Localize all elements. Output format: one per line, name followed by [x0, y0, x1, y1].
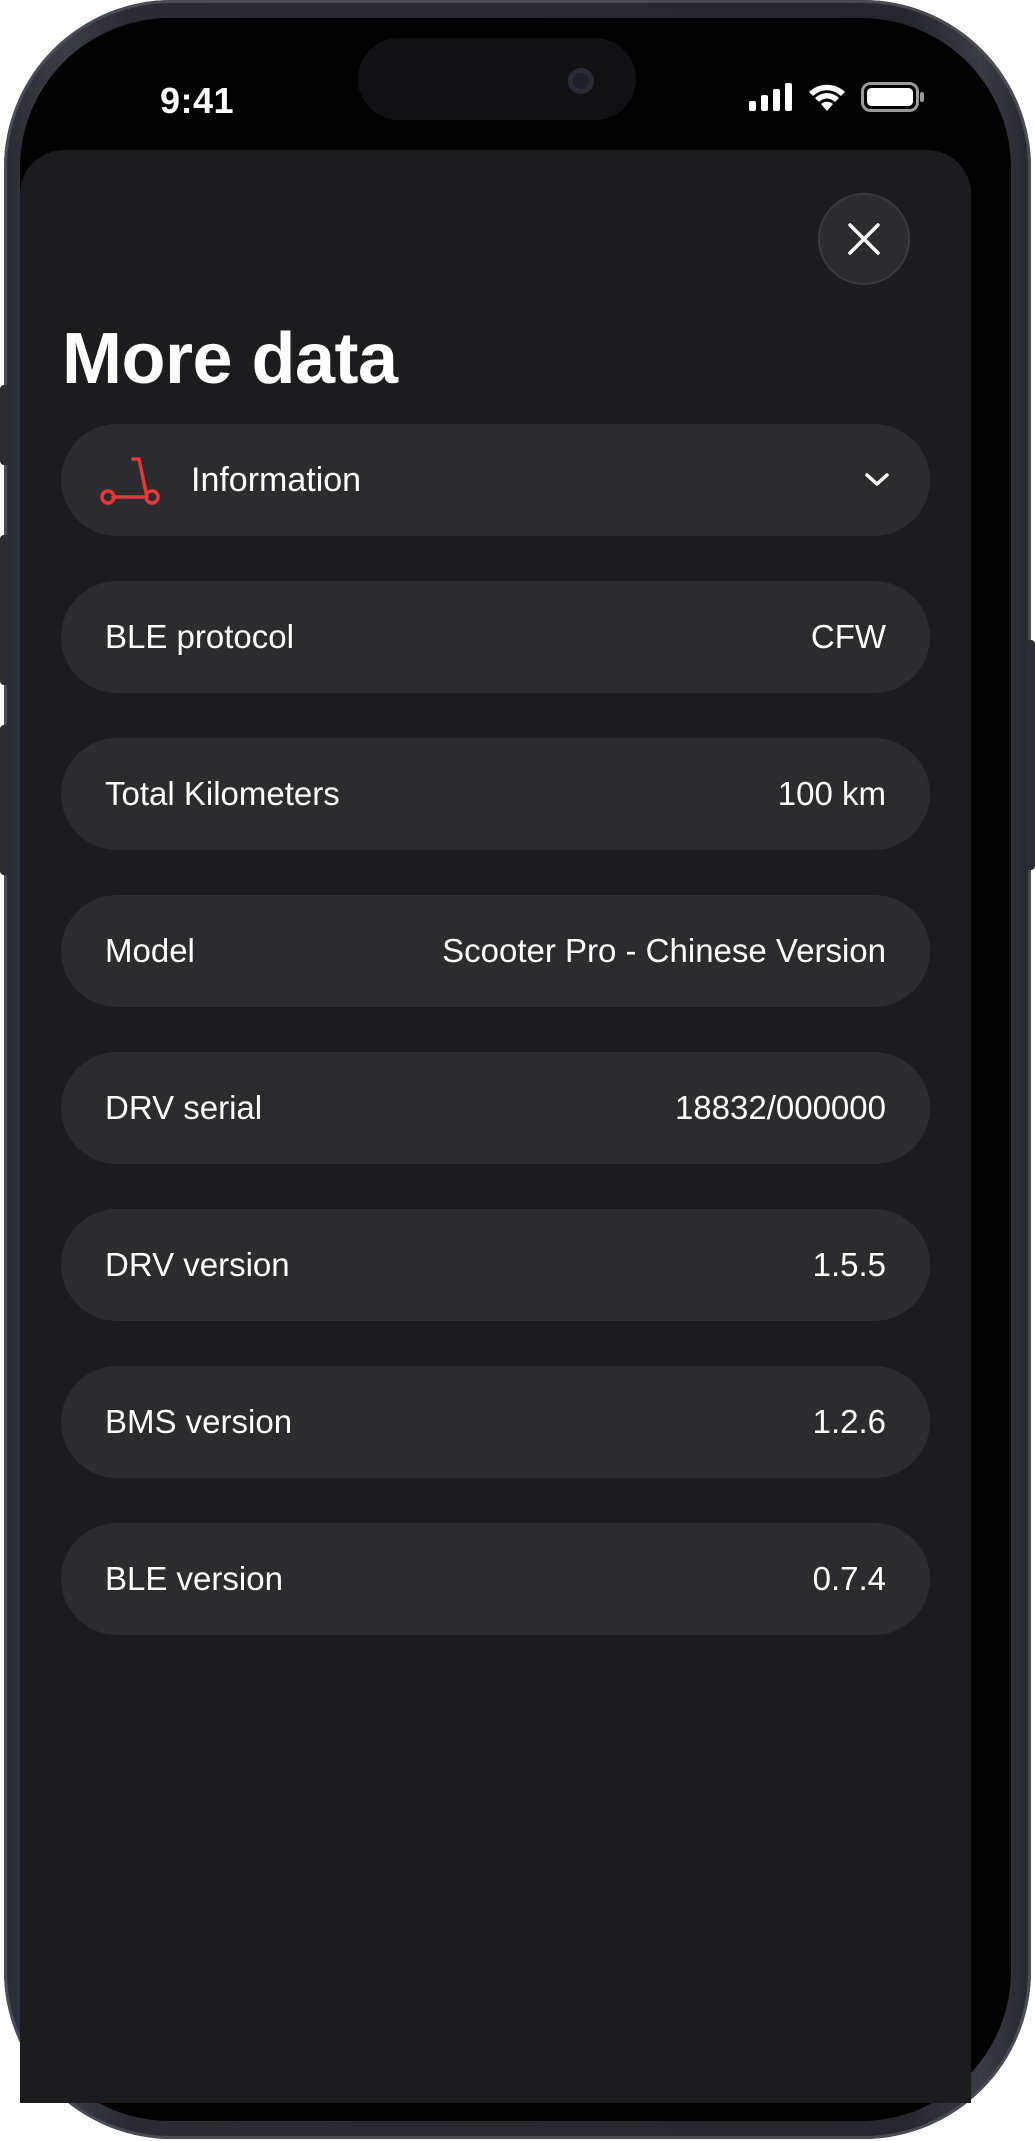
info-rows: BLE protocol CFW Total Kilometers 100 km Mod… — [61, 581, 930, 1680]
info-row-label: BLE version — [105, 1560, 283, 1597]
info-row-value: 0.7.4 — [812, 1560, 886, 1597]
cellular-signal-icon — [749, 83, 793, 116]
chevron-down-icon — [864, 472, 890, 488]
info-row-label: Model — [105, 932, 195, 969]
action-button — [0, 385, 9, 465]
battery-icon — [861, 82, 925, 117]
information-dropdown[interactable]: Information — [61, 424, 930, 536]
info-row-label: DRV serial — [105, 1089, 263, 1126]
info-row: BLE version 0.7.4 — [61, 1523, 930, 1635]
info-row: DRV version 1.5.5 — [61, 1209, 930, 1321]
info-row: BMS version 1.2.6 — [61, 1366, 930, 1478]
close-button[interactable] — [818, 193, 910, 285]
status-time: 9:41 — [160, 80, 235, 121]
volume-up-button — [0, 535, 9, 685]
power-button — [1026, 640, 1035, 870]
info-row: DRV serial 18832/000000 — [61, 1052, 930, 1164]
scooter-icon — [99, 453, 161, 507]
info-row-value: 1.2.6 — [812, 1403, 886, 1440]
info-row-label: DRV version — [105, 1246, 290, 1283]
info-row-value: CFW — [810, 618, 886, 655]
info-row-value: 100 km — [777, 775, 886, 812]
status-icons — [749, 82, 925, 117]
close-icon — [846, 221, 882, 257]
camera-icon — [568, 68, 594, 94]
info-row-value: 1.5.5 — [812, 1246, 886, 1283]
info-row: Model Scooter Pro - Chinese Version — [61, 895, 930, 1007]
section-label: Information — [191, 460, 362, 499]
info-row-label: Total Kilometers — [105, 775, 340, 812]
page-title: More data — [62, 319, 398, 399]
volume-down-button — [0, 725, 9, 875]
dynamic-island — [358, 38, 636, 120]
wifi-icon — [807, 82, 847, 117]
info-row: BLE protocol CFW — [61, 581, 930, 693]
info-row-label: BMS version — [105, 1403, 293, 1440]
info-row-value: Scooter Pro - Chinese Version — [442, 932, 886, 969]
info-row: Total Kilometers 100 km — [61, 738, 930, 850]
info-row-value: 18832/000000 — [674, 1089, 886, 1126]
info-row-label: BLE protocol — [105, 618, 294, 655]
